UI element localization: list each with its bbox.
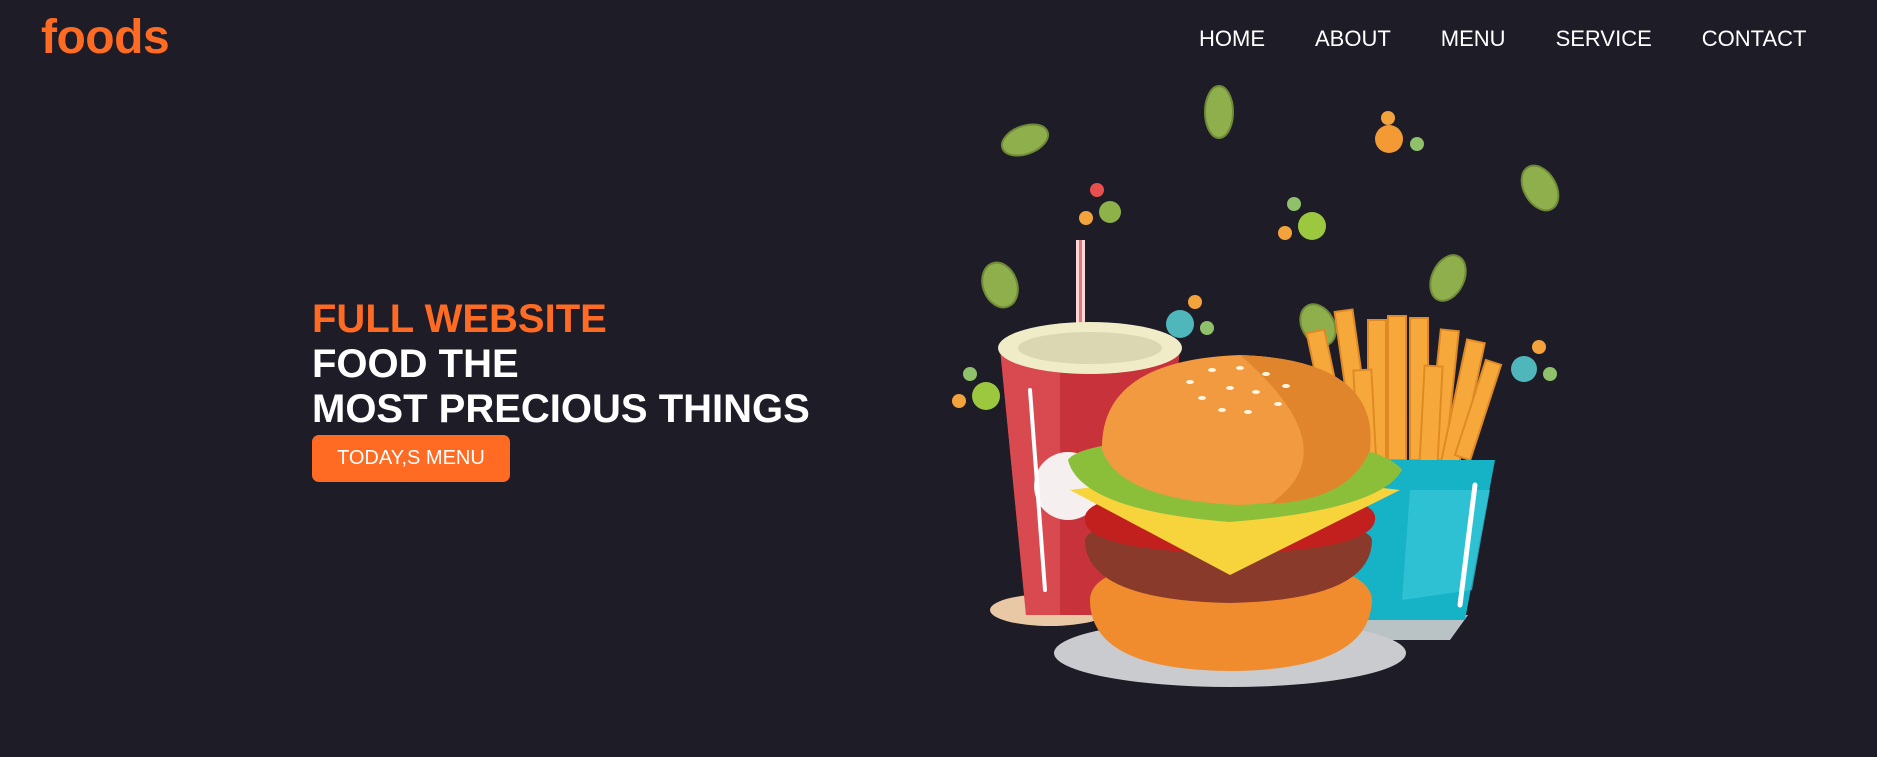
main-nav: HOME ABOUT MENU SERVICE CONTACT: [1199, 26, 1806, 52]
hero-headline-2: MOST PRECIOUS THINGS: [312, 387, 810, 431]
nav-contact[interactable]: CONTACT: [1702, 26, 1807, 52]
food-illustration: [952, 85, 1560, 687]
nav-about[interactable]: ABOUT: [1315, 26, 1391, 52]
nav-home[interactable]: HOME: [1199, 26, 1265, 52]
hero-text: FULL WEBSITE FOOD THE MOST PRECIOUS THIN…: [312, 296, 810, 482]
hero-headline-1: FOOD THE: [312, 342, 519, 386]
logo[interactable]: foods: [41, 10, 170, 66]
hero-tagline: FULL WEBSITE: [312, 297, 607, 341]
nav-service[interactable]: SERVICE: [1556, 26, 1652, 52]
nav-menu[interactable]: MENU: [1441, 26, 1506, 52]
page: foods HOME ABOUT MENU SERVICE CONTACT FU…: [0, 0, 1877, 757]
todays-menu-button[interactable]: TODAY,S MENU: [312, 435, 510, 482]
